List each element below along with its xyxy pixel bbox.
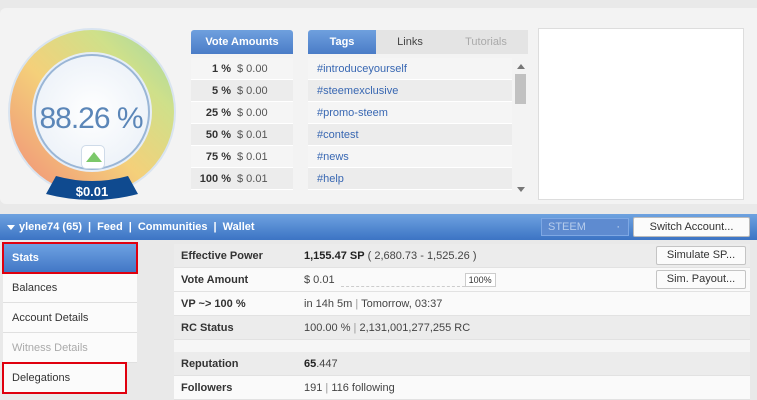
stat-label: Reputation [181, 357, 239, 370]
empty-panel [538, 28, 744, 200]
vote-amount-row[interactable]: 75 % $ 0.01 [191, 146, 293, 168]
effective-power-detail: ( 2,680.73 - 1,525.26 ) [367, 249, 477, 262]
reputation-dec: .447 [316, 357, 338, 370]
tag-list: #introduceyourself #steemexclusive #prom… [308, 58, 512, 190]
vote-amount: $ 0.01 [237, 129, 268, 141]
stat-label: Effective Power [181, 249, 263, 262]
stat-label: RC Status [181, 321, 234, 334]
caret-down-icon[interactable] [7, 224, 15, 230]
vote-amount-row[interactable]: 1 % $ 0.00 [191, 58, 293, 80]
vote-amount: $ 0.01 [237, 173, 268, 185]
vote-amount: $ 0.00 [237, 85, 268, 97]
dropdown-dot-icon: · [616, 221, 620, 233]
sim-payout-button[interactable]: Sim. Payout... [656, 270, 746, 289]
menu-account-details[interactable]: Account Details [3, 303, 137, 333]
stats-gap [174, 340, 750, 352]
tag-link[interactable]: #steemexclusive [308, 80, 512, 102]
tag-link[interactable]: #promo-steem [308, 102, 512, 124]
stat-value: 1,155.47 SP ( 2,680.73 - 1,525.26 ) [304, 250, 476, 262]
vote-pct: 1 % [212, 63, 231, 75]
account-navbar: ylene74 (65) | Feed | Communities | Wall… [0, 214, 757, 240]
scroll-down-icon[interactable] [517, 187, 525, 192]
voting-power-gauge: 88.26 % $0.01 [6, 20, 176, 200]
scroll-up-icon[interactable] [517, 64, 525, 69]
tab-links[interactable]: Links [376, 30, 444, 54]
scroll-thumb[interactable] [515, 74, 526, 104]
vote-amount-row[interactable]: 100 % $ 0.01 [191, 168, 293, 190]
vp-tomorrow: Tomorrow, 03:37 [361, 297, 443, 310]
vote-amounts-panel: Vote Amounts 1 % $ 0.00 5 % $ 0.00 25 % $ 0… [191, 30, 293, 198]
nav-wallet[interactable]: Wallet [223, 221, 255, 233]
stat-row-vp: VP ~> 100 % in 14h 5m | Tomorrow, 03:37 [174, 292, 750, 316]
stat-label: Followers [181, 381, 233, 394]
menu-stats[interactable]: Stats [2, 242, 138, 274]
separator: | [325, 381, 329, 394]
vote-amount: $ 0.00 [237, 107, 268, 119]
vote-pct: 25 % [205, 107, 231, 119]
tag-link[interactable]: #news [308, 146, 512, 168]
stat-row-rc: RC Status 100.00 % | 2,131,001,277,255 R… [174, 316, 750, 340]
stat-row-reputation: Reputation 65.447 [174, 352, 750, 376]
vote-weight-slider[interactable] [340, 273, 465, 287]
reputation-value: 65.447 [304, 358, 338, 370]
tags-panel: Tags Links Tutorials #introduceyourself … [308, 30, 528, 198]
side-menu: Stats Balances Account Details Witness D… [2, 242, 138, 394]
stats-table: Effective Power 1,155.47 SP ( 2,680.73 -… [174, 244, 750, 400]
menu-balances[interactable]: Balances [3, 273, 137, 303]
following-count[interactable]: 116 following [331, 382, 394, 394]
gauge-amount: $0.01 [75, 184, 109, 199]
vote-amount-row[interactable]: 25 % $ 0.00 [191, 102, 293, 124]
vote-amount: $ 0.01 [237, 151, 268, 163]
menu-delegations[interactable]: Delegations [2, 362, 127, 394]
menu-witness-details[interactable]: Witness Details [3, 333, 137, 363]
top-panel: 88.26 % $0.01 Vote Amounts 1 % $ 0.00 5 %… [0, 8, 757, 204]
switch-account-button[interactable]: Switch Account... [633, 217, 750, 237]
vote-weight-percent: 100% [464, 272, 496, 287]
nav-separator: | [128, 221, 132, 233]
separator: | [353, 321, 357, 334]
vote-amount-row[interactable]: 50 % $ 0.01 [191, 124, 293, 146]
vote-amount-value: $ 0.01 [304, 273, 335, 286]
vote-amount: $ 0.00 [237, 63, 268, 75]
nav-feed[interactable]: Feed [97, 221, 123, 233]
followers-value: 191 | 116 following [304, 382, 395, 394]
simulate-sp-button[interactable]: Simulate SP... [656, 246, 746, 265]
account-name[interactable]: ylene74 (65) [19, 221, 82, 233]
vote-pct: 100 % [199, 173, 231, 185]
tag-list-scrollbar[interactable] [513, 58, 528, 198]
vote-pct: 75 % [205, 151, 231, 163]
tab-tags[interactable]: Tags [308, 30, 376, 54]
stat-row-vote-amount: Vote Amount $ 0.01 100% Sim. Payout... [174, 268, 750, 292]
rc-amount: 2,131,001,277,255 RC [359, 321, 471, 334]
gauge-percent: 88.26 % [39, 102, 143, 135]
nav-communities[interactable]: Communities [138, 221, 208, 233]
stat-label: Vote Amount [181, 273, 249, 286]
vote-pct: 5 % [212, 85, 231, 97]
rc-value: 100.00 % | 2,131,001,277,255 RC [304, 322, 470, 334]
vote-pct: 50 % [205, 129, 231, 141]
currency-value: STEEM [548, 221, 586, 233]
reputation-int: 65 [304, 357, 317, 370]
rc-pct: 100.00 % [304, 321, 351, 334]
stat-label: VP ~> 100 % [181, 297, 246, 310]
tag-link[interactable]: #contest [308, 124, 512, 146]
tag-link[interactable]: #introduceyourself [308, 58, 512, 80]
currency-select[interactable]: STEEM · [541, 218, 629, 236]
tag-link[interactable]: #help [308, 168, 512, 190]
upvote-arrow-icon[interactable] [81, 145, 105, 169]
tags-tabs: Tags Links Tutorials [308, 30, 528, 54]
tab-tutorials[interactable]: Tutorials [444, 30, 528, 54]
nav-separator: | [213, 221, 217, 233]
stat-row-followers: Followers 191 | 116 following [174, 376, 750, 400]
separator: | [355, 297, 359, 310]
stat-row-effective-power: Effective Power 1,155.47 SP ( 2,680.73 -… [174, 244, 750, 268]
vp-value: in 14h 5m | Tomorrow, 03:37 [304, 298, 442, 310]
nav-separator: | [87, 221, 92, 233]
vote-amounts-header: Vote Amounts [191, 30, 293, 54]
vote-amount-row[interactable]: 5 % $ 0.00 [191, 80, 293, 102]
followers-count[interactable]: 191 [304, 382, 322, 394]
vp-time: in 14h 5m [304, 297, 353, 310]
effective-power-value: 1,155.47 SP [304, 249, 365, 262]
vote-amounts-list: 1 % $ 0.00 5 % $ 0.00 25 % $ 0.00 50 % $ 0.0… [191, 58, 293, 190]
